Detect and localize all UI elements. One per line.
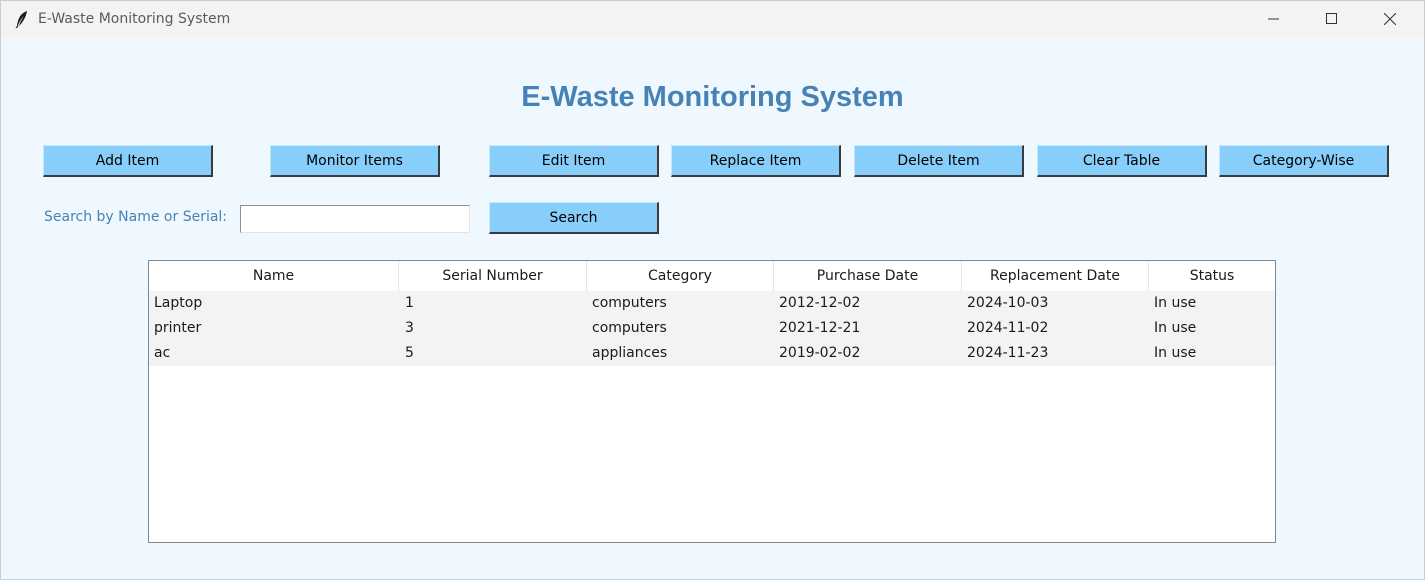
feather-icon	[15, 10, 29, 29]
window-title: E-Waste Monitoring System	[38, 11, 231, 27]
maximize-icon	[1326, 10, 1338, 29]
table-row[interactable]: printer 3 computers 2021-12-21 2024-11-0…	[149, 316, 1275, 341]
cell-status: In use	[1154, 295, 1197, 311]
delete-item-button[interactable]: Delete Item	[854, 145, 1024, 177]
category-wise-button[interactable]: Category-Wise	[1219, 145, 1389, 177]
edit-item-button[interactable]: Edit Item	[489, 145, 659, 177]
cell-replacement-date: 2024-10-03	[967, 295, 1049, 311]
cell-status: In use	[1154, 345, 1197, 361]
cell-name: Laptop	[154, 295, 203, 311]
minimize-icon	[1268, 10, 1280, 29]
column-header-serial-number[interactable]: Serial Number	[399, 261, 587, 291]
cell-purchase-date: 2019-02-02	[779, 345, 861, 361]
table-row[interactable]: ac 5 appliances 2019-02-02 2024-11-23 In…	[149, 341, 1275, 366]
search-button[interactable]: Search	[489, 202, 659, 234]
table-header: Name Serial Number Category Purchase Dat…	[149, 261, 1275, 291]
monitor-items-button[interactable]: Monitor Items	[270, 145, 440, 177]
cell-purchase-date: 2012-12-02	[779, 295, 861, 311]
cell-serial-number: 3	[405, 320, 414, 336]
column-header-purchase-date[interactable]: Purchase Date	[774, 261, 962, 291]
cell-serial-number: 1	[405, 295, 414, 311]
cell-status: In use	[1154, 320, 1197, 336]
search-input[interactable]	[240, 205, 470, 233]
cell-category: appliances	[592, 345, 668, 361]
replace-item-button[interactable]: Replace Item	[671, 145, 841, 177]
search-label: Search by Name or Serial:	[44, 209, 228, 225]
minimize-button[interactable]	[1245, 1, 1303, 38]
clear-table-button[interactable]: Clear Table	[1037, 145, 1207, 177]
cell-replacement-date: 2024-11-02	[967, 320, 1049, 336]
table-row[interactable]: Laptop 1 computers 2012-12-02 2024-10-03…	[149, 291, 1275, 316]
column-header-status[interactable]: Status	[1149, 261, 1275, 291]
cell-purchase-date: 2021-12-21	[779, 320, 861, 336]
maximize-button[interactable]	[1303, 1, 1361, 38]
cell-category: computers	[592, 295, 667, 311]
close-icon	[1383, 10, 1397, 29]
close-button[interactable]	[1361, 1, 1419, 38]
cell-serial-number: 5	[405, 345, 414, 361]
cell-name: ac	[154, 345, 171, 361]
column-header-name[interactable]: Name	[149, 261, 399, 291]
cell-replacement-date: 2024-11-23	[967, 345, 1049, 361]
title-bar[interactable]: E-Waste Monitoring System	[1, 1, 1424, 38]
column-header-category[interactable]: Category	[587, 261, 774, 291]
items-table[interactable]: Name Serial Number Category Purchase Dat…	[148, 260, 1276, 543]
cell-category: computers	[592, 320, 667, 336]
app-window: E-Waste Monitoring System E-Waste Monito…	[0, 0, 1425, 580]
cell-name: printer	[154, 320, 202, 336]
page-title: E-Waste Monitoring System	[521, 81, 904, 113]
add-item-button[interactable]: Add Item	[43, 145, 213, 177]
column-header-replacement-date[interactable]: Replacement Date	[962, 261, 1149, 291]
